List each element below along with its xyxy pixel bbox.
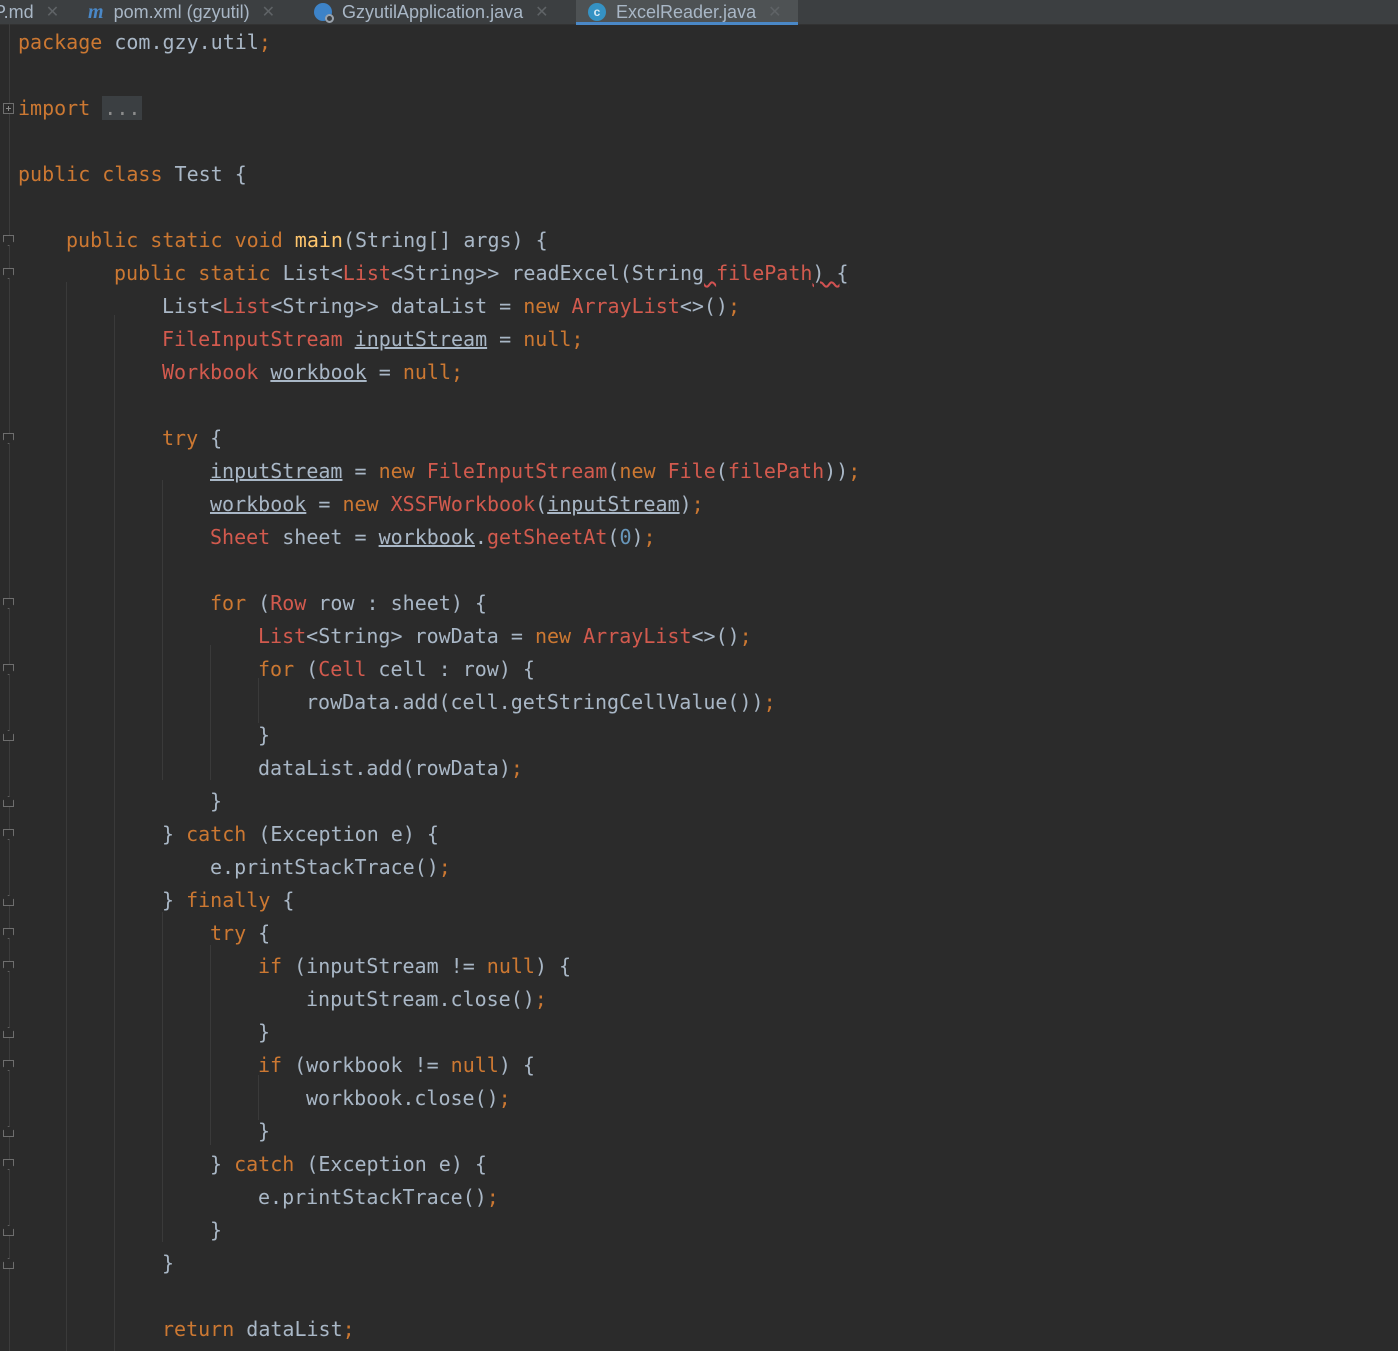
folded-imports[interactable]: ... xyxy=(102,96,143,120)
tab-label: GzyutilApplication.java xyxy=(342,1,524,22)
code-line: e.printStackTrace(); xyxy=(258,1185,499,1209)
code-line: } catch (Exception e) { xyxy=(210,1152,487,1176)
code-line: dataList.add(rowData); xyxy=(258,756,523,780)
collapse-fold-icon[interactable] xyxy=(3,664,14,675)
code-line: } xyxy=(210,1218,223,1242)
tab-excel-reader[interactable]: c ExcelReader.java ✕ xyxy=(576,0,798,25)
tab-label: pom.xml (gzyutil) xyxy=(113,1,250,22)
tab-pom-xml[interactable]: m pom.xml (gzyutil) ✕ xyxy=(88,0,275,24)
fold-end-icon[interactable] xyxy=(3,796,14,807)
code-line: public static void main(String[] args) { xyxy=(66,228,548,252)
collapse-fold-icon[interactable] xyxy=(3,235,14,246)
code-line: if (inputStream != null) { xyxy=(258,954,572,978)
code-line: Sheet sheet = workbook.getSheetAt(0); xyxy=(210,525,656,549)
fold-end-icon[interactable] xyxy=(3,1258,14,1269)
code-line: } finally { xyxy=(162,888,295,912)
collapse-fold-icon[interactable] xyxy=(3,928,14,939)
code-line: } xyxy=(258,1119,271,1143)
code-line: try { xyxy=(162,426,223,450)
java-class-icon: c xyxy=(588,3,606,21)
code-line: List<String> rowData = new ArrayList<>()… xyxy=(258,624,752,648)
maven-icon: m xyxy=(88,0,104,23)
code-line: } xyxy=(258,723,271,747)
close-tab-icon[interactable]: ✕ xyxy=(535,2,548,22)
code-line: rowData.add(cell.getStringCellValue()); xyxy=(306,690,776,714)
code-line: } xyxy=(162,1251,175,1275)
tab-label: P.md xyxy=(0,1,34,22)
code-line: try { xyxy=(210,921,271,945)
fold-end-icon[interactable] xyxy=(3,895,14,906)
code-line: e.printStackTrace(); xyxy=(210,855,451,879)
collapse-fold-icon[interactable] xyxy=(3,1060,14,1071)
code-line: Workbook workbook = null; xyxy=(162,360,464,384)
close-tab-icon[interactable]: ✕ xyxy=(46,2,59,22)
editor-tab-bar: P.md ✕ m pom.xml (gzyutil) ✕ GzyutilAppl… xyxy=(0,0,1398,25)
collapse-fold-icon[interactable] xyxy=(3,829,14,840)
code-line: import ... xyxy=(18,96,143,120)
code-line: } catch (Exception e) { xyxy=(162,822,439,846)
code-line: workbook.close(); xyxy=(306,1086,511,1110)
fold-end-icon[interactable] xyxy=(3,1126,14,1137)
code-line: workbook = new XSSFWorkbook(inputStream)… xyxy=(210,492,704,516)
code-line: for (Row row : sheet) { xyxy=(210,591,487,615)
code-line: for (Cell cell : row) { xyxy=(258,657,535,681)
spring-boot-app-icon xyxy=(314,3,334,23)
collapse-fold-icon[interactable] xyxy=(3,961,14,972)
code-line: return dataList; xyxy=(162,1317,355,1341)
code-line: } xyxy=(258,1020,271,1044)
expand-fold-icon[interactable] xyxy=(3,103,14,114)
fold-end-icon[interactable] xyxy=(3,730,14,741)
code-line: } xyxy=(210,789,223,813)
collapse-fold-icon[interactable] xyxy=(3,433,14,444)
collapse-fold-icon[interactable] xyxy=(3,1159,14,1170)
collapse-fold-icon[interactable] xyxy=(3,268,14,279)
tab-label: ExcelReader.java xyxy=(616,1,757,22)
code-line: public class Test { xyxy=(18,162,247,186)
code-line: List<List<String>> dataList = new ArrayL… xyxy=(162,294,741,318)
tab-gzyutil-application[interactable]: GzyutilApplication.java ✕ xyxy=(314,0,549,24)
fold-end-icon[interactable] xyxy=(3,1027,14,1038)
close-tab-icon[interactable]: ✕ xyxy=(768,2,781,22)
collapse-fold-icon[interactable] xyxy=(3,598,14,609)
tab-readme-md[interactable]: P.md ✕ xyxy=(0,0,59,24)
code-line: public static List<List<String>> readExc… xyxy=(114,261,849,285)
fold-end-icon[interactable] xyxy=(3,1225,14,1236)
code-line: inputStream = new FileInputStream(new Fi… xyxy=(210,459,861,483)
close-tab-icon[interactable]: ✕ xyxy=(262,2,275,22)
code-editor[interactable]: package com.gzy.util; import ... public … xyxy=(18,24,1398,1351)
code-line: if (workbook != null) { xyxy=(258,1053,535,1077)
code-line: package com.gzy.util; xyxy=(18,30,271,54)
code-line: inputStream.close(); xyxy=(306,987,547,1011)
editor-gutter xyxy=(0,24,18,1351)
code-line: FileInputStream inputStream = null; xyxy=(162,327,584,351)
